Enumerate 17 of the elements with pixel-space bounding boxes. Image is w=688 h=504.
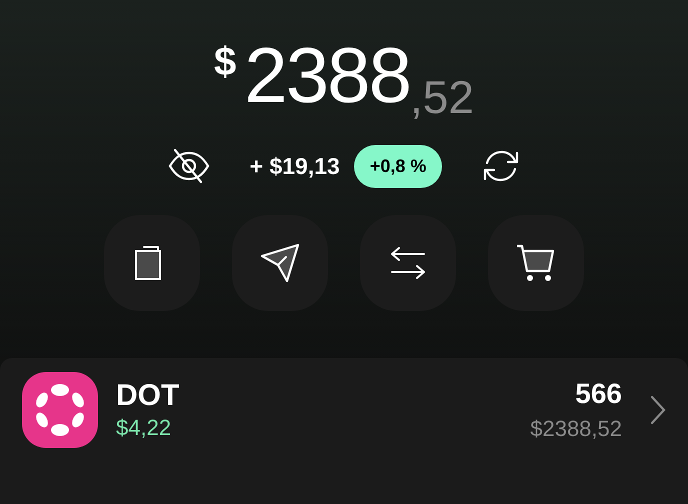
- chevron-right-icon: [650, 395, 666, 425]
- token-value: $2388,52: [530, 418, 622, 440]
- token-amount: 566: [575, 380, 622, 408]
- change-amount: + $19,13: [250, 152, 340, 181]
- swap-arrows-icon: [389, 247, 427, 279]
- currency-symbol: $: [214, 42, 236, 82]
- swap-button[interactable]: [360, 215, 456, 311]
- copy-button[interactable]: [104, 215, 200, 311]
- balance-amount: 2388: [244, 36, 410, 114]
- send-button[interactable]: [232, 215, 328, 311]
- asset-row[interactable]: DOT $4,22 566 $2388,52: [0, 358, 688, 462]
- change-percent: +0,8 %: [354, 144, 442, 188]
- balance-decimals: ,52: [410, 74, 474, 120]
- token-price: $4,22: [116, 417, 172, 439]
- token-symbol: DOT: [116, 381, 180, 411]
- send-icon: [258, 241, 302, 285]
- buy-button[interactable]: [488, 215, 584, 311]
